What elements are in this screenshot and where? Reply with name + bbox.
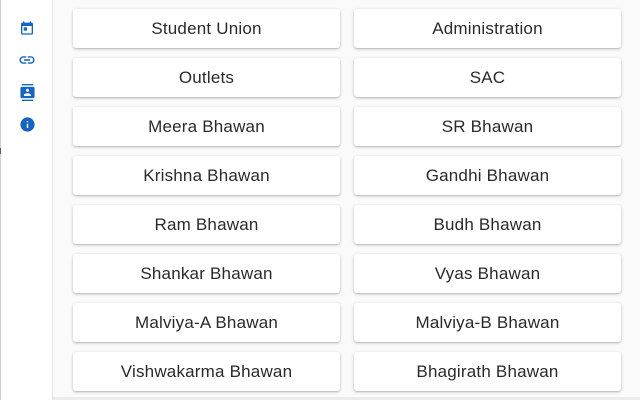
place-button-krishna-bhawan[interactable]: Krishna Bhawan: [73, 156, 340, 195]
sidebar-link-button[interactable]: [13, 48, 41, 72]
place-button-malviya-b-bhawan[interactable]: Malviya-B Bhawan: [354, 303, 621, 342]
contact-card-icon: [19, 83, 35, 101]
place-button-bhagirath-bhawan[interactable]: Bhagirath Bhawan: [354, 352, 621, 391]
place-button-gandhi-bhawan[interactable]: Gandhi Bhawan: [354, 156, 621, 195]
place-button-malviya-a-bhawan[interactable]: Malviya-A Bhawan: [73, 303, 340, 342]
info-icon: [19, 116, 35, 132]
place-button-ram-bhawan[interactable]: Ram Bhawan: [73, 205, 340, 244]
place-button-sr-bhawan[interactable]: SR Bhawan: [354, 107, 621, 146]
place-button-budh-bhawan[interactable]: Budh Bhawan: [354, 205, 621, 244]
calendar-icon: [21, 21, 33, 35]
place-button-sac[interactable]: SAC: [354, 58, 621, 97]
sidebar: [1, 0, 53, 400]
place-button-vyas-bhawan[interactable]: Vyas Bhawan: [354, 254, 621, 293]
sidebar-info-button[interactable]: [13, 112, 41, 136]
place-button-student-union[interactable]: Student Union: [73, 9, 340, 48]
place-button-administration[interactable]: Administration: [354, 9, 621, 48]
place-button-shankar-bhawan[interactable]: Shankar Bhawan: [73, 254, 340, 293]
place-button-vishwakarma-bhawan[interactable]: Vishwakarma Bhawan: [73, 352, 340, 391]
places-grid: Student Union Administration Outlets SAC…: [73, 9, 621, 391]
sidebar-contacts-button[interactable]: [13, 80, 41, 104]
sidebar-calendar-button[interactable]: [13, 16, 41, 40]
place-button-outlets[interactable]: Outlets: [73, 58, 340, 97]
app-window: Student Union Administration Outlets SAC…: [0, 0, 640, 400]
places-panel: Student Union Administration Outlets SAC…: [53, 0, 640, 400]
link-icon: [19, 56, 35, 64]
place-button-meera-bhawan[interactable]: Meera Bhawan: [73, 107, 340, 146]
